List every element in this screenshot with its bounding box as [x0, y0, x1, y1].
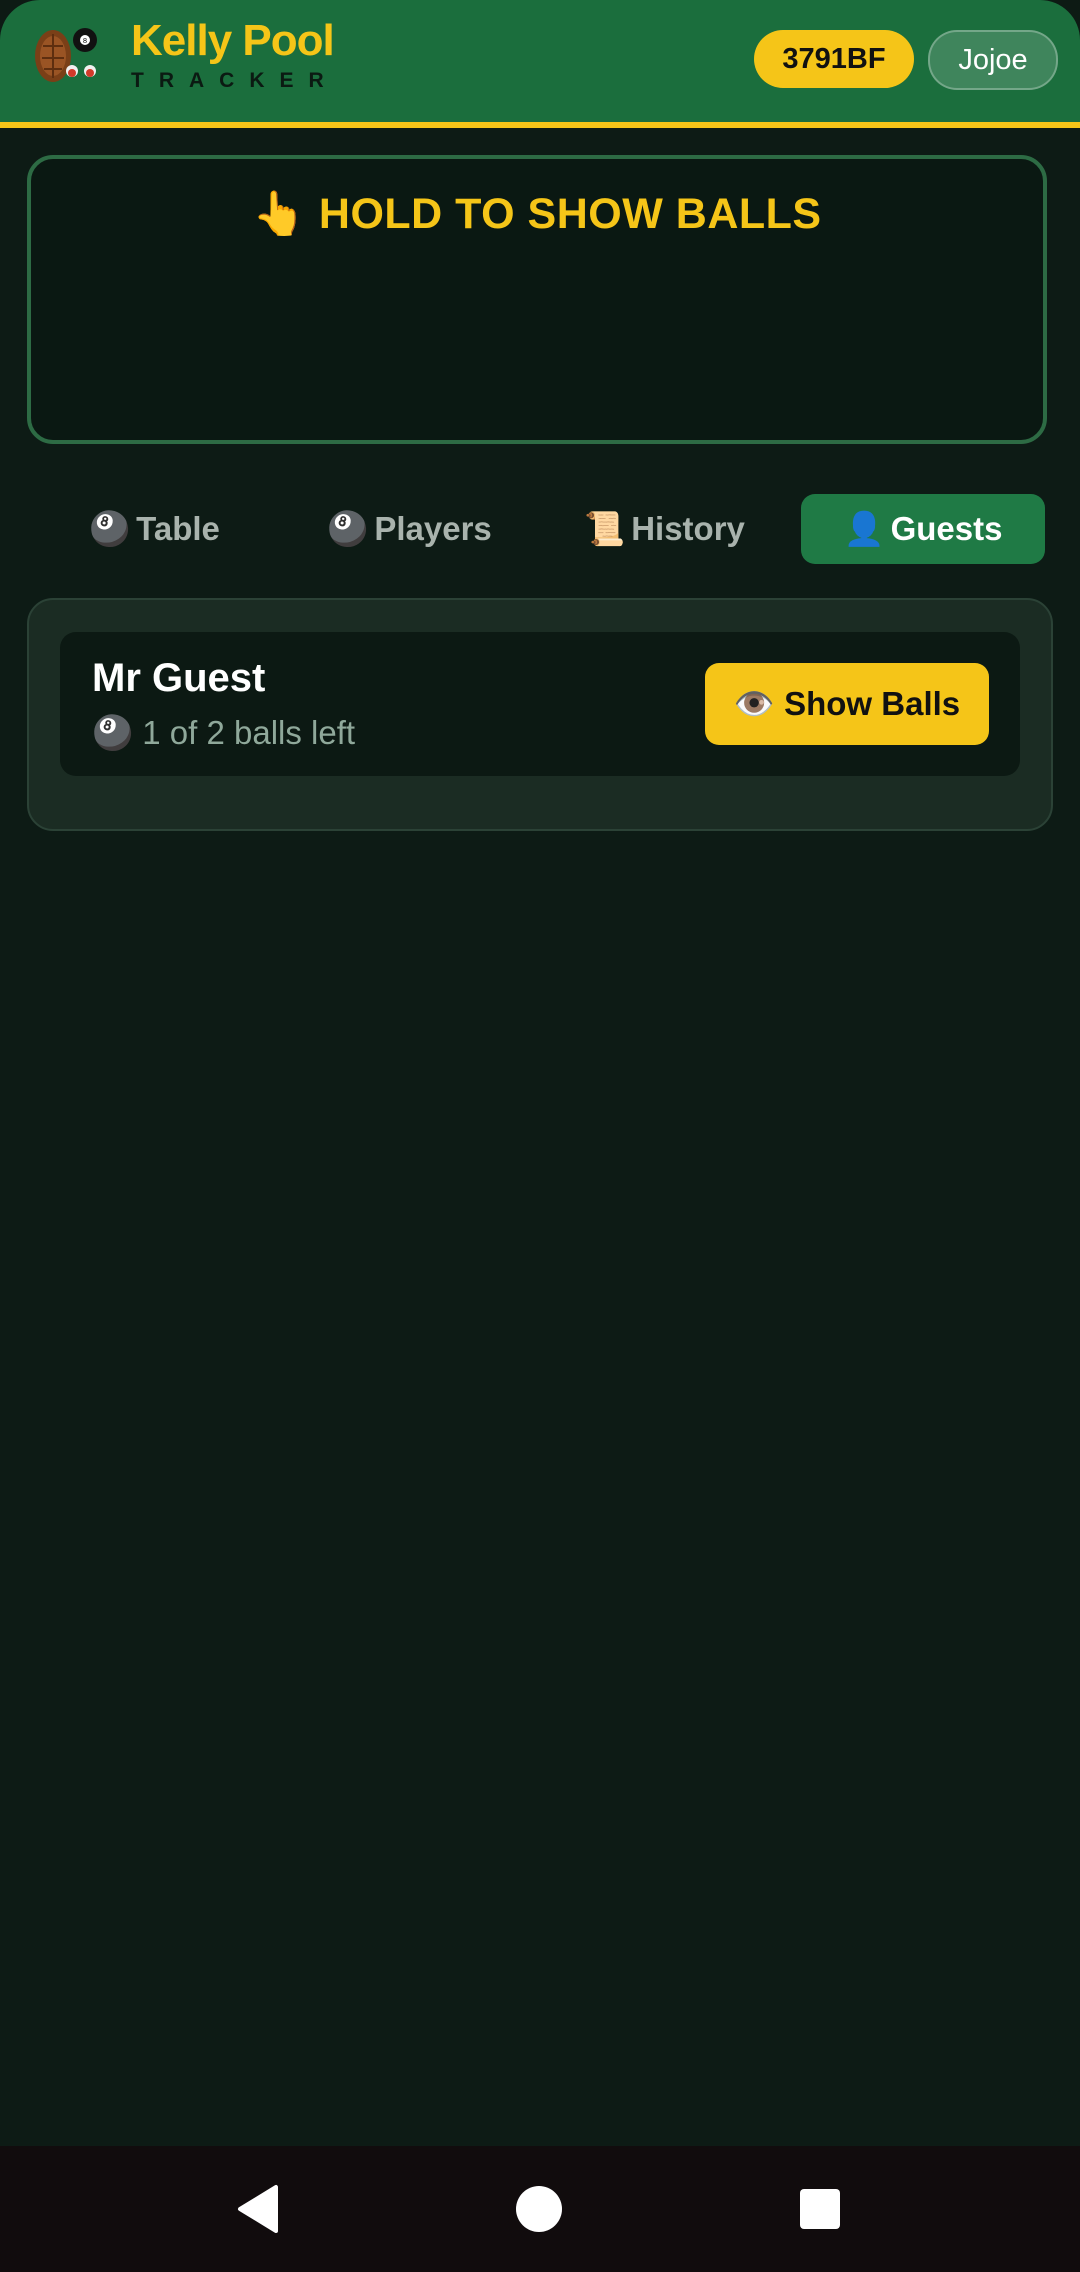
app-title: Kelly Pool — [131, 16, 335, 65]
tab-guests-label: Guests — [890, 510, 1003, 547]
guest-balls-text: 1 of 2 balls left — [142, 714, 356, 751]
guest-card: Mr Guest 🎱 1 of 2 balls left 👁️ Show Bal… — [60, 632, 1020, 776]
guest-balls-remaining: 🎱 1 of 2 balls left — [92, 714, 355, 753]
tab-guests[interactable]: 👤 Guests — [801, 494, 1045, 564]
user-chip[interactable]: Jojoe — [928, 30, 1058, 90]
scroll-icon: 📜 — [584, 510, 626, 547]
tab-players[interactable]: 🎱 Players — [282, 494, 537, 564]
back-triangle-icon[interactable] — [228, 2179, 288, 2239]
eight-ball-icon: 🎱 — [327, 510, 369, 547]
app-screen: 8 Kelly Pool TRACKER 3791BF Jojoe 👆 HOLD… — [0, 0, 1080, 2146]
pointing-hand-icon: 👆 — [252, 190, 307, 238]
show-balls-button[interactable]: 👁️ Show Balls — [705, 663, 989, 745]
eight-ball-icon: 🎱 — [92, 714, 134, 751]
app-subtitle: TRACKER — [131, 69, 339, 92]
tab-bar: 🎱 Table 🎱 Players 📜 History 👤 Guests — [27, 494, 1047, 564]
tab-history[interactable]: 📜 History — [537, 494, 792, 564]
guests-panel: Mr Guest 🎱 1 of 2 balls left 👁️ Show Bal… — [27, 598, 1053, 831]
app-header: 8 Kelly Pool TRACKER 3791BF Jojoe — [0, 0, 1080, 128]
tab-history-label: History — [631, 510, 745, 547]
hold-to-show-text: HOLD TO SHOW BALLS — [318, 190, 822, 238]
room-code-badge[interactable]: 3791BF — [754, 30, 914, 88]
turtle-eightball-logo: 8 — [35, 28, 97, 82]
tab-table[interactable]: 🎱 Table — [27, 494, 282, 564]
svg-text:8: 8 — [83, 37, 87, 45]
hold-to-show-label: 👆 HOLD TO SHOW BALLS — [31, 189, 1043, 239]
show-balls-label: Show Balls — [784, 685, 961, 722]
eye-icon: 👁️ — [733, 685, 775, 722]
guest-name: Mr Guest — [92, 656, 266, 700]
tab-table-label: Table — [136, 510, 220, 547]
eight-ball-icon: 🎱 — [89, 510, 131, 547]
home-circle-icon[interactable] — [509, 2179, 569, 2239]
hold-to-show-balls-area[interactable]: 👆 HOLD TO SHOW BALLS — [27, 155, 1047, 444]
recents-square-icon[interactable] — [790, 2179, 850, 2239]
tab-players-label: Players — [374, 510, 492, 547]
person-icon: 👤 — [843, 510, 885, 547]
system-navigation-bar — [0, 2146, 1080, 2272]
